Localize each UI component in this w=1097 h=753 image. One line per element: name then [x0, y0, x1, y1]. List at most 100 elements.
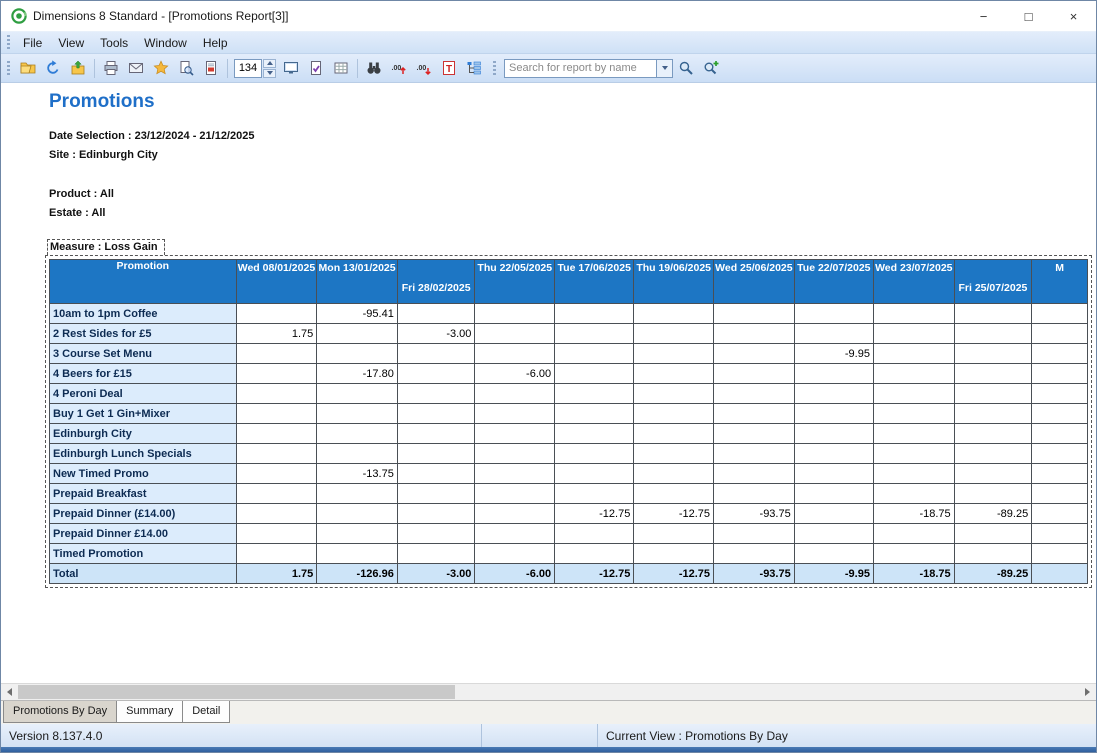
- toolbar-grip[interactable]: [493, 61, 496, 76]
- scrollbar-track[interactable]: [18, 684, 1079, 700]
- zoom-up-button[interactable]: [263, 59, 276, 68]
- column-header-date[interactable]: Wed 25/06/2025: [714, 260, 795, 304]
- data-cell[interactable]: [714, 524, 795, 544]
- data-cell[interactable]: [475, 344, 555, 364]
- data-cell[interactable]: [954, 464, 1032, 484]
- zoom-down-button[interactable]: [263, 69, 276, 78]
- column-header-promotion[interactable]: Promotion: [50, 260, 237, 304]
- close-button[interactable]: ×: [1051, 1, 1096, 31]
- tab-detail[interactable]: Detail: [182, 701, 230, 723]
- data-cell[interactable]: [1032, 424, 1088, 444]
- data-cell[interactable]: [873, 424, 954, 444]
- toolbar-grip[interactable]: [7, 61, 10, 76]
- data-cell[interactable]: [714, 544, 795, 564]
- data-cell[interactable]: [236, 464, 317, 484]
- data-cell[interactable]: [1032, 444, 1088, 464]
- data-cell[interactable]: [1032, 504, 1088, 524]
- data-cell[interactable]: [555, 524, 634, 544]
- data-cell[interactable]: [475, 404, 555, 424]
- open-report-button[interactable]: [16, 57, 40, 79]
- data-cell[interactable]: [714, 344, 795, 364]
- data-cell[interactable]: [873, 384, 954, 404]
- data-cell[interactable]: [555, 324, 634, 344]
- data-cell[interactable]: [873, 464, 954, 484]
- data-cell[interactable]: [236, 484, 317, 504]
- data-cell[interactable]: -126.96: [317, 564, 398, 584]
- data-cell[interactable]: -6.00: [475, 564, 555, 584]
- data-cell[interactable]: -6.00: [475, 364, 555, 384]
- data-cell[interactable]: [794, 484, 873, 504]
- data-cell[interactable]: [475, 544, 555, 564]
- data-cell[interactable]: [794, 364, 873, 384]
- data-cell[interactable]: [1032, 564, 1088, 584]
- search-dropdown-button[interactable]: [656, 59, 673, 78]
- row-label[interactable]: 4 Peroni Deal: [50, 384, 237, 404]
- row-label[interactable]: Prepaid Dinner £14.00: [50, 524, 237, 544]
- column-header-date[interactable]: Mon 13/01/2025: [317, 260, 398, 304]
- data-cell[interactable]: [555, 404, 634, 424]
- data-cell[interactable]: [475, 484, 555, 504]
- data-cell[interactable]: [317, 424, 398, 444]
- data-cell[interactable]: -9.95: [794, 344, 873, 364]
- data-cell[interactable]: [555, 484, 634, 504]
- data-cell[interactable]: [714, 364, 795, 384]
- data-cell[interactable]: [873, 344, 954, 364]
- data-cell[interactable]: [555, 344, 634, 364]
- data-cell[interactable]: [714, 304, 795, 324]
- tab-promotions-by-day[interactable]: Promotions By Day: [3, 701, 117, 723]
- data-cell[interactable]: [555, 464, 634, 484]
- row-label[interactable]: Edinburgh City: [50, 424, 237, 444]
- data-cell[interactable]: [1032, 544, 1088, 564]
- data-cell[interactable]: [317, 344, 398, 364]
- data-cell[interactable]: [397, 344, 475, 364]
- row-label[interactable]: New Timed Promo: [50, 464, 237, 484]
- data-cell[interactable]: [475, 304, 555, 324]
- row-label[interactable]: 2 Rest Sides for £5: [50, 324, 237, 344]
- print-button[interactable]: [99, 57, 123, 79]
- data-cell[interactable]: [1032, 484, 1088, 504]
- scroll-left-button[interactable]: [1, 684, 18, 700]
- data-cell[interactable]: [397, 424, 475, 444]
- data-cell[interactable]: [634, 424, 714, 444]
- data-cell[interactable]: -93.75: [714, 504, 795, 524]
- column-header-date[interactable]: Thu 19/06/2025: [634, 260, 714, 304]
- data-cell[interactable]: [794, 304, 873, 324]
- data-cell[interactable]: [634, 384, 714, 404]
- data-cell[interactable]: [873, 484, 954, 504]
- data-cell[interactable]: [1032, 344, 1088, 364]
- data-cell[interactable]: [954, 524, 1032, 544]
- data-cell[interactable]: [555, 384, 634, 404]
- data-cell[interactable]: [397, 544, 475, 564]
- data-cell[interactable]: [397, 444, 475, 464]
- data-cell[interactable]: [794, 424, 873, 444]
- data-cell[interactable]: [714, 384, 795, 404]
- data-cell[interactable]: [634, 304, 714, 324]
- data-cell[interactable]: [236, 344, 317, 364]
- data-cell[interactable]: [954, 344, 1032, 364]
- data-cell[interactable]: [794, 384, 873, 404]
- column-header-date[interactable]: Fri 25/07/2025: [954, 260, 1032, 304]
- data-cell[interactable]: [317, 384, 398, 404]
- row-label[interactable]: Edinburgh Lunch Specials: [50, 444, 237, 464]
- find-button[interactable]: [362, 57, 386, 79]
- data-cell[interactable]: -89.25: [954, 504, 1032, 524]
- data-cell[interactable]: [954, 364, 1032, 384]
- data-cell[interactable]: [397, 504, 475, 524]
- data-cell[interactable]: [236, 544, 317, 564]
- data-cell[interactable]: [873, 304, 954, 324]
- data-cell[interactable]: [634, 324, 714, 344]
- totals-button[interactable]: T: [437, 57, 461, 79]
- menu-file[interactable]: File: [15, 33, 50, 53]
- data-cell[interactable]: [475, 524, 555, 544]
- report-search-input[interactable]: [504, 59, 656, 78]
- row-label[interactable]: 4 Beers for £15: [50, 364, 237, 384]
- data-cell[interactable]: [714, 464, 795, 484]
- data-cell[interactable]: [634, 444, 714, 464]
- data-cell[interactable]: [794, 544, 873, 564]
- data-cell[interactable]: [873, 324, 954, 344]
- data-cell[interactable]: -93.75: [714, 564, 795, 584]
- data-cell[interactable]: [397, 304, 475, 324]
- page-setup-button[interactable]: [304, 57, 328, 79]
- data-cell[interactable]: [317, 404, 398, 424]
- row-label[interactable]: Buy 1 Get 1 Gin+Mixer: [50, 404, 237, 424]
